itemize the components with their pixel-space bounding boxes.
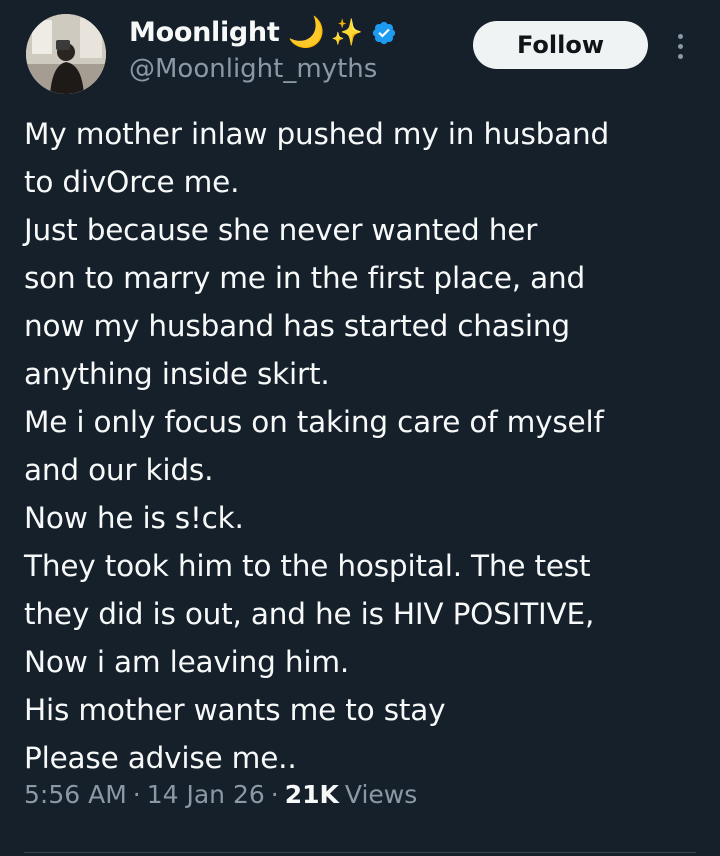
more-dot [677, 53, 683, 59]
display-name[interactable]: Moonlight [129, 17, 280, 48]
tweet-line: now my husband has started chasing [24, 309, 570, 343]
more-dot [677, 33, 683, 39]
author-handle[interactable]: @Moonlight_myths [129, 54, 377, 84]
author-name-row[interactable]: Moonlight 🌙 ✨ [129, 17, 397, 48]
moon-emoji: 🌙 [287, 14, 325, 50]
tweet-line: to divOrce me. [24, 165, 240, 199]
views-label: Views [344, 780, 418, 809]
tweet-line: Now he is s!ck. [24, 501, 244, 535]
tweet-line: and our kids. [24, 453, 214, 487]
tweet-line: anything inside skirt. [24, 357, 330, 391]
views-count[interactable]: 21K [285, 780, 339, 809]
verified-badge-icon[interactable] [371, 20, 397, 46]
meta-separator: · [270, 780, 279, 809]
more-dot [677, 43, 683, 49]
tweet-time[interactable]: 5:56 AM [24, 780, 127, 809]
tweet-line: My mother inlaw pushed my in husband [24, 117, 610, 151]
tweet-line: they did is out, and he is HIV POSITIVE, [24, 597, 595, 631]
divider [24, 852, 696, 853]
tweet-line: His mother wants me to stay [24, 693, 446, 727]
avatar[interactable] [26, 14, 106, 94]
tweet-meta: 5:56 AM · 14 Jan 26 · 21K Views [24, 780, 417, 809]
sparkles-emoji: ✨ [330, 17, 364, 48]
tweet-text: My mother inlaw pushed my in husband to … [24, 110, 714, 782]
more-options-icon[interactable] [670, 28, 690, 64]
tweet-card: Moonlight 🌙 ✨ @Moonlight_myths Follow My… [0, 0, 720, 856]
tweet-line: Me i only focus on taking care of myself [24, 405, 604, 439]
tweet-line: son to marry me in the first place, and [24, 261, 586, 295]
profile-photo-icon [26, 14, 106, 94]
tweet-line: Just because she never wanted her [24, 213, 538, 247]
meta-separator: · [132, 780, 141, 809]
follow-button[interactable]: Follow [473, 21, 648, 69]
tweet-line: Please advise me.. [24, 741, 297, 775]
tweet-date[interactable]: 14 Jan 26 [147, 780, 265, 809]
tweet-line: They took him to the hospital. The test [24, 549, 591, 583]
tweet-line: Now i am leaving him. [24, 645, 350, 679]
